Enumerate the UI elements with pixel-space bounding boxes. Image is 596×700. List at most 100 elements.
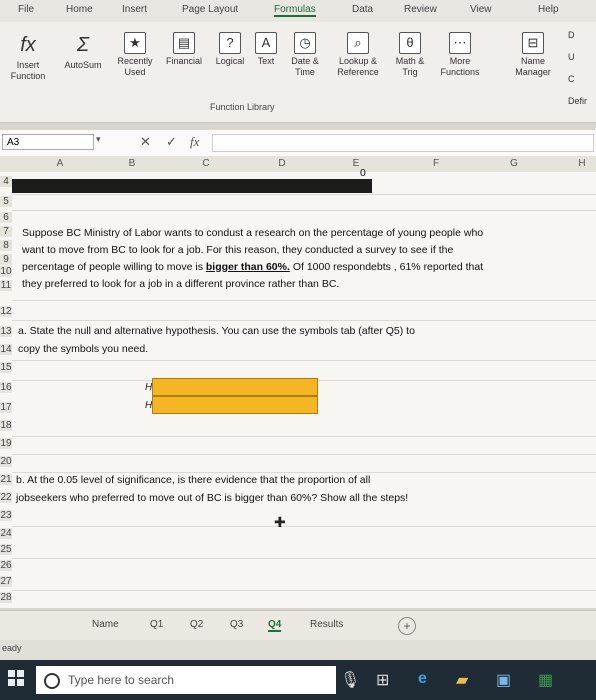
tab-insert[interactable]: Insert — [122, 4, 147, 15]
question-line-3: percentage of people willing to move is … — [22, 261, 483, 273]
row-number[interactable]: 5 — [0, 196, 12, 207]
file-explorer-icon[interactable]: ▰ — [456, 670, 468, 690]
use-in-formula-label: U — [568, 52, 575, 62]
column-header-d[interactable]: D — [272, 158, 292, 169]
row-number[interactable]: 28 — [0, 592, 12, 603]
question-line-4: they preferred to look for a job in a di… — [22, 278, 340, 290]
row-number[interactable]: 14 — [0, 344, 12, 355]
lookup-label-2: Reference — [337, 67, 379, 77]
date-time-label-2: Time — [295, 67, 315, 77]
tab-home[interactable]: Home — [66, 4, 93, 15]
windows-start-icon[interactable] — [8, 670, 24, 686]
ha-answer-cell[interactable] — [152, 396, 318, 414]
chevron-down-icon[interactable]: ▾ — [96, 134, 101, 145]
tab-formulas[interactable]: Formulas — [274, 4, 316, 17]
row-number[interactable]: 21 — [0, 474, 12, 485]
row-number[interactable]: 15 — [0, 362, 12, 373]
fx-formula-icon[interactable]: fx — [190, 134, 199, 150]
recently-used-label: Recently — [117, 56, 153, 66]
function-library-label: Function Library — [210, 102, 275, 112]
math-trig-button[interactable]: θ Math & Trig — [390, 32, 430, 78]
filled-header-row[interactable] — [12, 179, 372, 193]
tab-help[interactable]: Help — [538, 4, 559, 15]
name-box[interactable]: A3 — [2, 134, 94, 150]
row-number[interactable]: 11 — [0, 280, 12, 291]
grid-line — [12, 558, 596, 559]
formula-input[interactable] — [212, 134, 594, 152]
row-number[interactable]: 20 — [0, 456, 12, 467]
logical-button[interactable]: ? Logical — [210, 32, 250, 67]
column-header-a[interactable]: A — [50, 158, 70, 169]
tab-page-layout[interactable]: Page Layout — [182, 4, 238, 15]
logical-label: Logical — [215, 56, 245, 66]
row-number[interactable]: 17 — [0, 402, 12, 413]
question-line-2: want to move from BC to look for a job. … — [22, 244, 454, 256]
cancel-icon[interactable]: ✕ — [140, 134, 151, 150]
grid-line — [12, 210, 596, 211]
sheet-tab-results[interactable]: Results — [310, 619, 343, 630]
recently-used-label-2: Used — [124, 67, 146, 77]
taskbar-search-box[interactable]: Type here to search — [36, 666, 336, 694]
theta-icon: θ — [399, 32, 421, 54]
store-icon[interactable]: ▣ — [496, 670, 511, 690]
insert-function-label: Insert — [16, 60, 40, 70]
grid-line — [12, 590, 596, 591]
row-number[interactable]: 24 — [0, 528, 12, 539]
autosum-button[interactable]: Σ AutoSum — [62, 32, 104, 71]
tab-view[interactable]: View — [470, 4, 492, 15]
row-number[interactable]: 25 — [0, 544, 12, 555]
row-number[interactable]: 9 — [0, 254, 12, 265]
excel-icon[interactable]: ▦ — [538, 670, 553, 690]
microphone-icon[interactable]: 🎙 — [340, 670, 360, 690]
row-number[interactable]: 27 — [0, 576, 12, 587]
column-header-f[interactable]: F — [426, 158, 446, 169]
column-header-h[interactable]: H — [572, 158, 592, 169]
grid-line — [12, 472, 596, 473]
column-header-b[interactable]: B — [122, 158, 142, 169]
h0-answer-cell[interactable] — [152, 378, 318, 396]
cell-value-zero[interactable]: 0 — [360, 167, 366, 179]
task-view-icon[interactable]: ⊞ — [376, 670, 389, 690]
row-number[interactable]: 22 — [0, 492, 12, 503]
row-number[interactable]: 26 — [0, 560, 12, 571]
sheet-tab-q3[interactable]: Q3 — [230, 619, 243, 630]
formula-bar: A3 ▾ ✕ ✓ fx — [0, 130, 596, 157]
column-header-g[interactable]: G — [504, 158, 524, 169]
financial-button[interactable]: ▤ Financial — [160, 32, 208, 67]
row-number[interactable]: 6 — [0, 212, 12, 223]
edge-browser-icon[interactable]: e — [418, 670, 427, 688]
insert-function-button[interactable]: fx Insert Function — [6, 32, 50, 82]
recently-used-button[interactable]: ★ Recently Used — [112, 32, 158, 78]
enter-check-icon[interactable]: ✓ — [166, 134, 177, 150]
row-number[interactable]: 19 — [0, 438, 12, 449]
define-name-group[interactable]: D U C Defir — [568, 30, 594, 107]
row-number[interactable]: 23 — [0, 510, 12, 521]
tab-data[interactable]: Data — [352, 4, 373, 15]
row-number[interactable]: 10 — [0, 266, 12, 277]
sheet-tab-q2[interactable]: Q2 — [190, 619, 203, 630]
taskbar: Type here to search 🎙 ⊞ e ▰ ▣ ▦ — [0, 660, 596, 700]
more-functions-button[interactable]: ⋯ More Functions — [432, 32, 488, 78]
insert-function-label-2: Function — [10, 71, 46, 81]
sheet-tab-q4[interactable]: Q4 — [268, 619, 282, 632]
text-button[interactable]: A Text — [252, 32, 280, 67]
lookup-reference-button[interactable]: ⌕ Lookup & Reference — [330, 32, 386, 78]
question-line-3-post: Of 1000 respondebts , 61% reported that — [292, 261, 484, 273]
tab-file[interactable]: File — [18, 4, 34, 15]
search-placeholder: Type here to search — [68, 673, 175, 687]
row-number[interactable]: 12 — [0, 306, 12, 317]
row-number[interactable]: 4 — [0, 176, 12, 187]
row-number[interactable]: 18 — [0, 420, 12, 431]
name-manager-button[interactable]: ⊟ Name Manager — [510, 32, 556, 78]
date-time-label: Date & — [291, 56, 319, 66]
sheet-tab-q1[interactable]: Q1 — [150, 619, 163, 630]
row-number[interactable]: 13 — [0, 326, 12, 337]
row-number[interactable]: 16 — [0, 382, 12, 393]
add-sheet-icon[interactable]: + — [398, 617, 416, 635]
row-number[interactable]: 7 — [0, 226, 12, 237]
date-time-button[interactable]: ◷ Date & Time — [282, 32, 328, 78]
tab-review[interactable]: Review — [404, 4, 437, 15]
column-header-c[interactable]: C — [196, 158, 216, 169]
sheet-tab-name[interactable]: Name — [92, 619, 119, 630]
row-number[interactable]: 8 — [0, 240, 12, 251]
